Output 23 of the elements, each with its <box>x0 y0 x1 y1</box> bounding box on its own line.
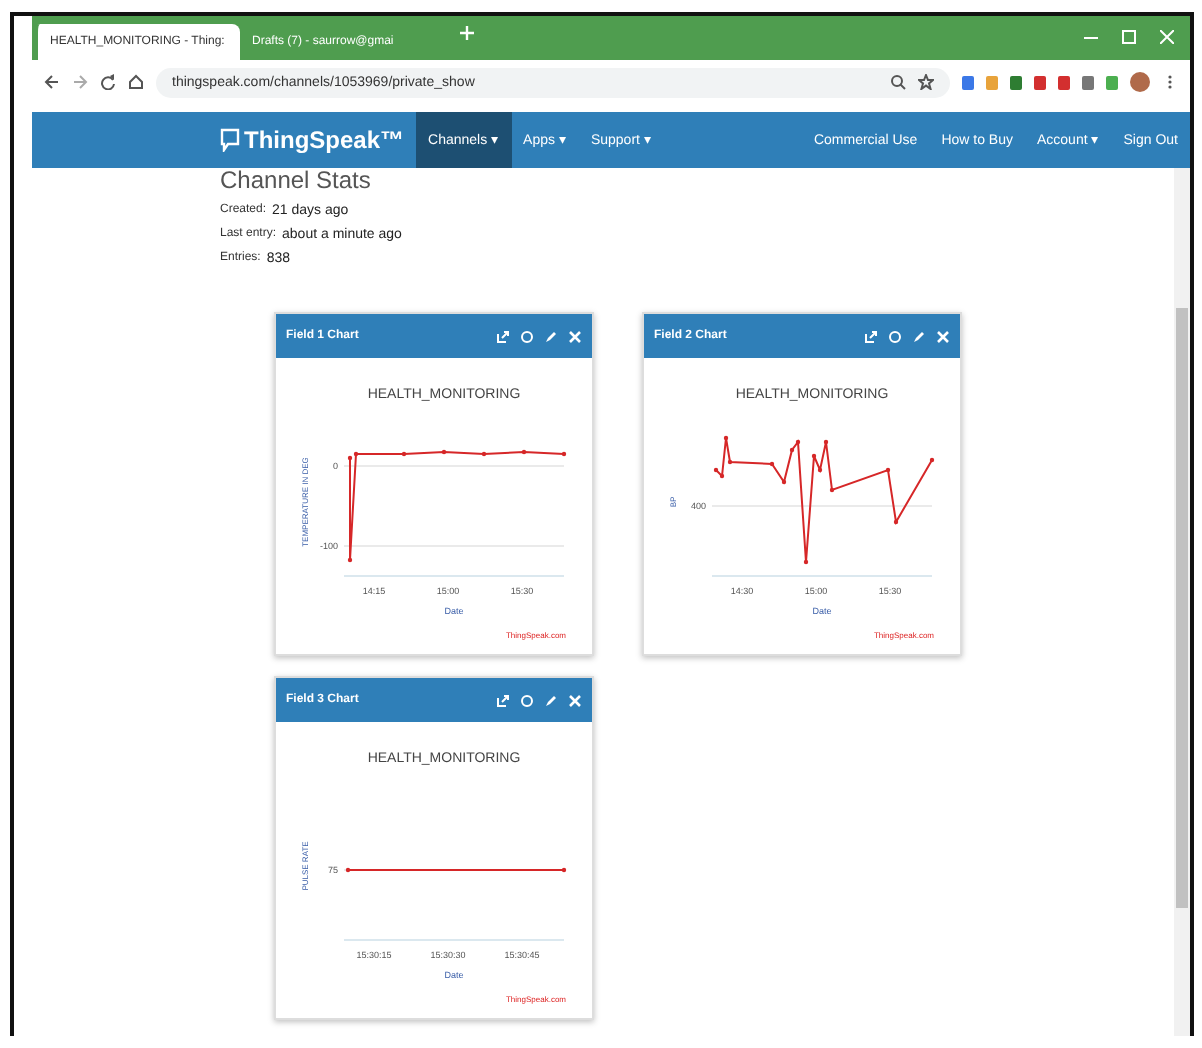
section-heading: Channel Stats <box>220 168 373 192</box>
external-link-icon[interactable] <box>864 329 878 343</box>
close-icon[interactable] <box>568 693 582 707</box>
external-link-icon[interactable] <box>496 329 510 343</box>
home-icon[interactable] <box>128 74 144 90</box>
reload-icon[interactable] <box>100 74 116 90</box>
pencil-icon[interactable] <box>912 329 926 343</box>
close-icon[interactable] <box>568 329 582 343</box>
maximize-icon[interactable] <box>1122 28 1136 48</box>
pencil-icon[interactable] <box>544 693 558 707</box>
logo-icon[interactable] <box>220 128 240 152</box>
star-icon[interactable] <box>918 74 934 90</box>
scrollbar[interactable] <box>1174 168 1190 1036</box>
forward-icon[interactable] <box>72 74 88 90</box>
search-icon[interactable] <box>890 74 906 90</box>
back-icon[interactable] <box>44 74 60 90</box>
pencil-icon[interactable] <box>544 329 558 343</box>
profile-avatar[interactable] <box>1130 72 1150 92</box>
logo-text[interactable]: ThingSpeak™ <box>244 126 405 154</box>
close-icon[interactable] <box>936 329 950 343</box>
external-link-icon[interactable] <box>496 693 510 707</box>
new-tab-icon[interactable] <box>460 24 474 46</box>
close-icon[interactable] <box>1160 28 1174 48</box>
